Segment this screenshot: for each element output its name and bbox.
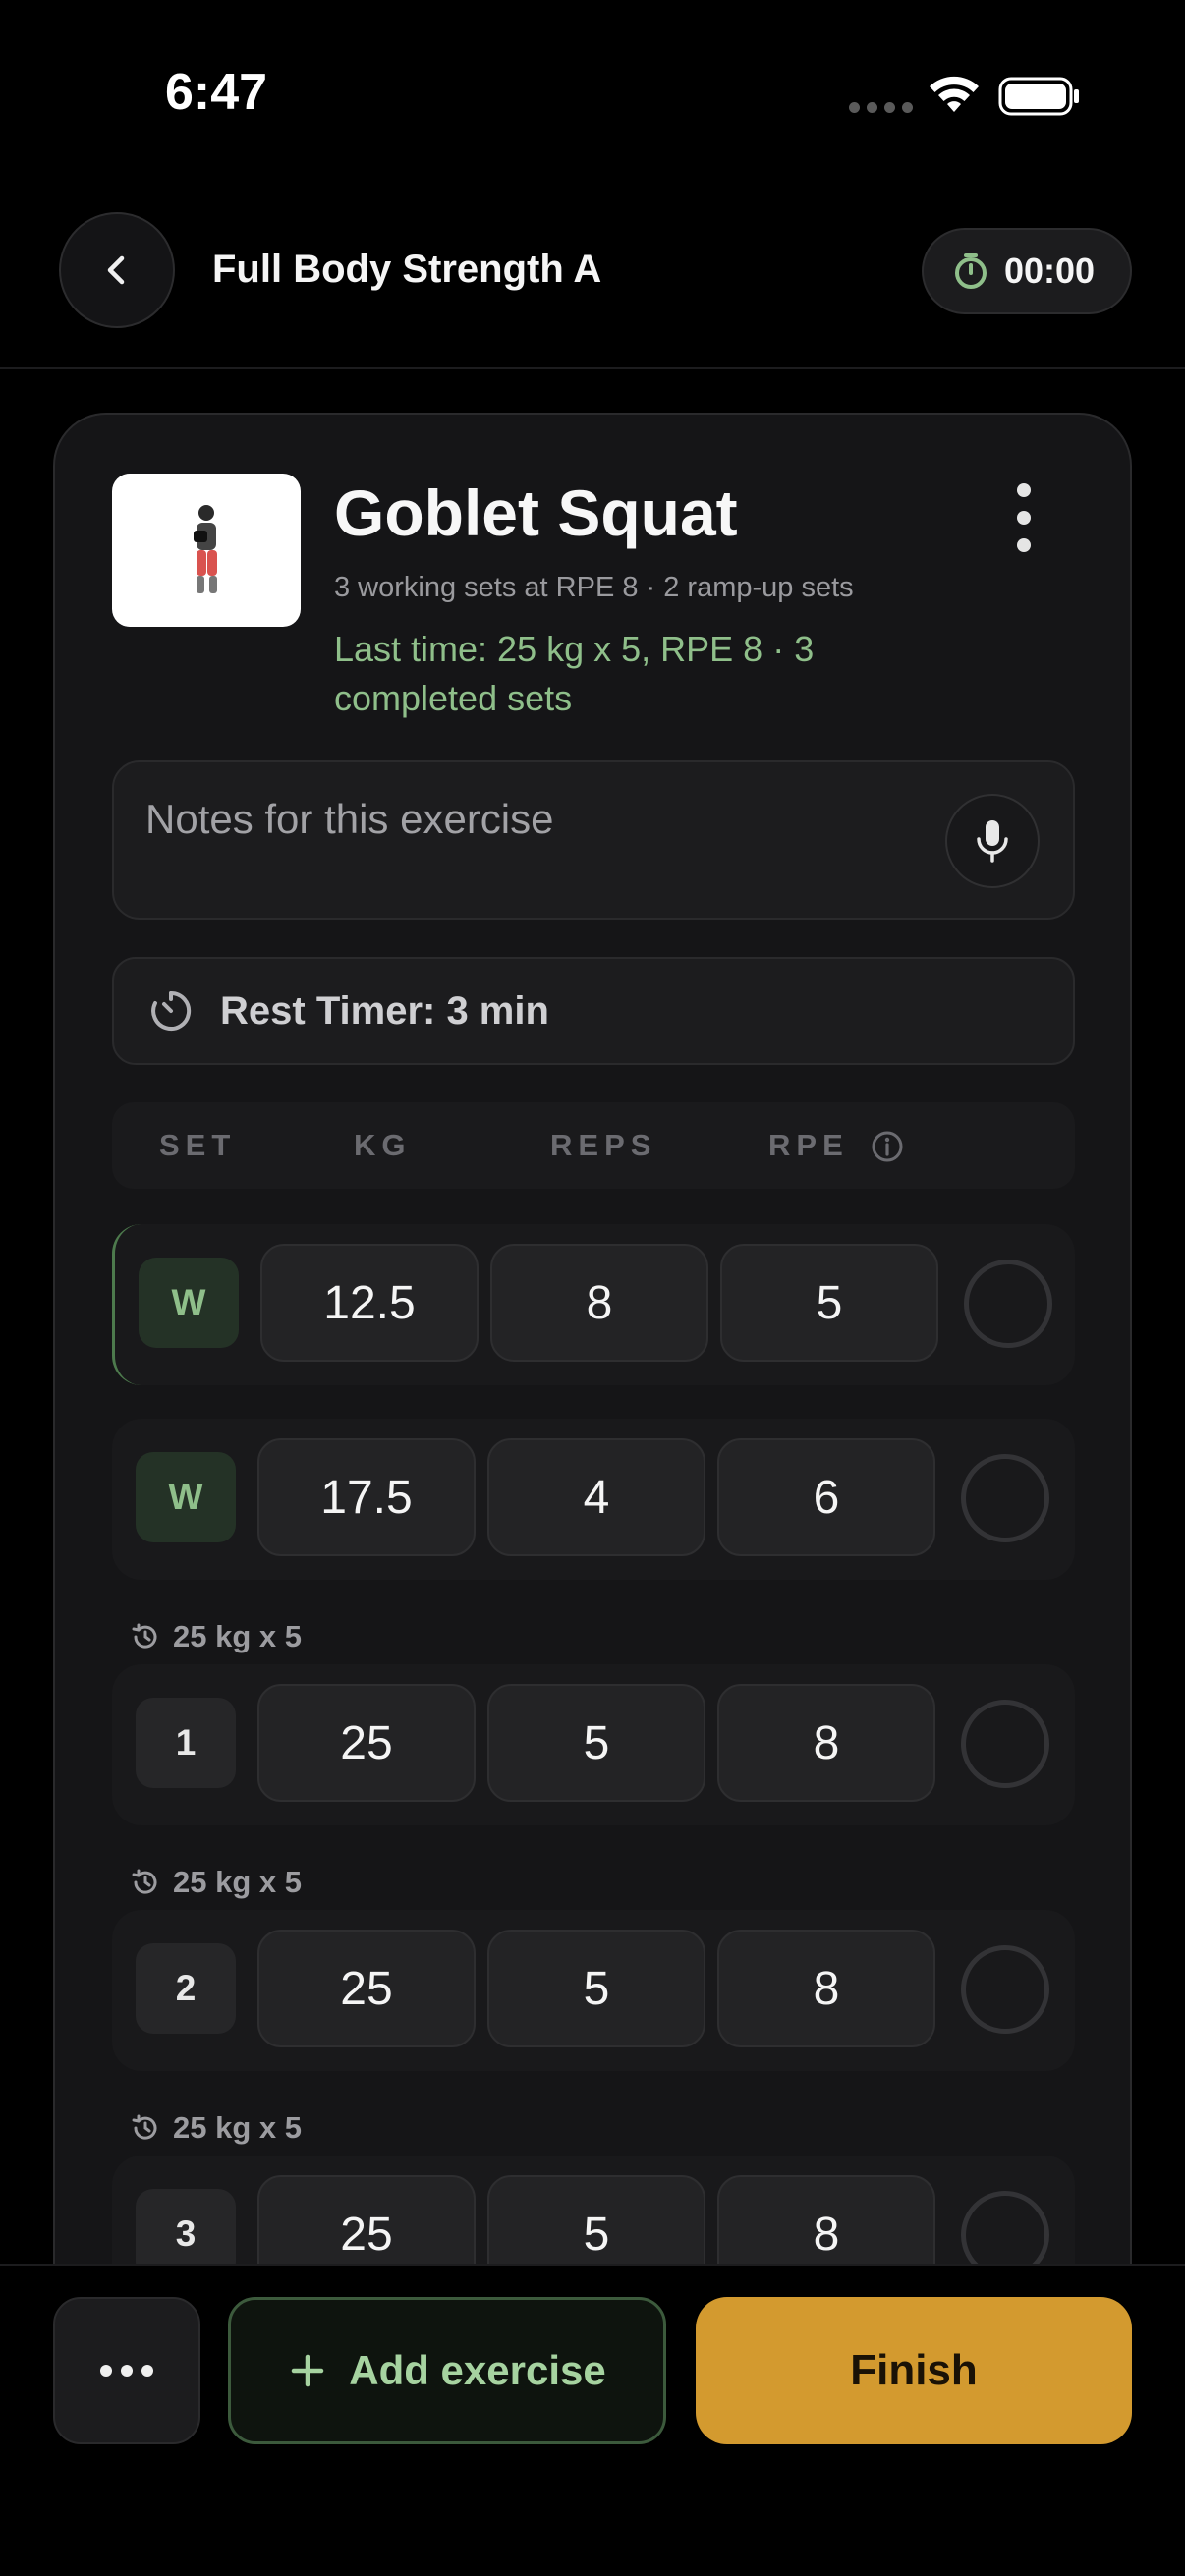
previous-performance: 25 kg x 5 [130,1865,302,1900]
last-time-summary: Last time: 25 kg x 5, RPE 8 · 3 complete… [334,629,815,718]
set-row: 1 25 5 8 [112,1664,1075,1825]
set-number-badge[interactable]: 2 [136,1943,236,2034]
col-rpe: RPE [768,1128,849,1162]
back-button[interactable] [59,212,175,328]
workout-title: Full Body Strength A [212,248,602,291]
set-type-badge[interactable]: W [136,1452,236,1542]
previous-label: 25 kg x 5 [173,1619,302,1653]
wifi-icon [930,76,979,112]
timer-icon [151,990,192,1031]
battery-icon [998,77,1079,116]
microphone-icon [977,820,1008,863]
previous-label: 25 kg x 5 [173,1865,302,1899]
rpe-input[interactable]: 5 [720,1244,938,1362]
history-icon [132,2114,157,2140]
weight-input[interactable]: 25 [257,1684,476,1802]
exercise-name: Goblet Squat [334,476,738,549]
set-row: W 12.5 8 5 [112,1224,1075,1385]
col-set: SET [159,1128,237,1162]
history-icon [132,1623,157,1649]
rpe-input[interactable]: 6 [717,1438,935,1556]
info-icon[interactable] [871,1130,904,1163]
cellular-signal-icon [849,102,913,113]
plus-icon [292,2354,324,2387]
status-bar: 6:47 [0,0,1185,187]
set-number-badge[interactable]: 1 [136,1698,236,1788]
timer-value: 00:00 [1004,251,1096,291]
stopwatch-icon [955,253,987,289]
complete-set-checkbox[interactable] [961,1700,1049,1788]
workout-timer[interactable]: 00:00 [922,228,1132,314]
complete-set-checkbox[interactable] [961,1454,1049,1542]
add-exercise-button[interactable]: Add exercise [228,2297,666,2444]
col-reps: REPS [550,1128,657,1162]
reps-input[interactable]: 4 [487,1438,705,1556]
set-row: W 17.5 4 6 [112,1419,1075,1580]
history-icon [132,1869,157,1894]
exercise-card: Goblet Squat 3 working sets at RPE 8 · 2… [53,413,1132,2299]
weight-input[interactable]: 25 [257,1930,476,2047]
add-exercise-label: Add exercise [349,2347,606,2393]
set-type-badge[interactable]: W [139,1258,239,1348]
finish-button[interactable]: Finish [696,2297,1132,2444]
workout-header: Full Body Strength A 00:00 [0,187,1185,369]
chevron-left-icon [107,255,125,285]
reps-input[interactable]: 5 [487,1930,705,2047]
rest-timer-label: Rest Timer: 3 min [220,988,549,1033]
exercise-subtitle: 3 working sets at RPE 8 · 2 ramp-up sets [334,572,854,603]
exercise-figure-icon [194,505,217,593]
previous-performance: 25 kg x 5 [130,2110,302,2146]
set-row: 2 25 5 8 [112,1910,1075,2071]
voice-note-button[interactable] [945,794,1040,888]
reps-input[interactable]: 5 [487,1684,705,1802]
notes-field [112,760,1075,920]
rest-timer-button[interactable]: Rest Timer: 3 min [112,957,1075,1065]
more-options-icon[interactable] [1004,483,1044,552]
status-time: 6:47 [165,64,268,121]
set-table-header: SET KG REPS RPE [112,1102,1075,1189]
weight-input[interactable]: 17.5 [257,1438,476,1556]
complete-set-checkbox[interactable] [961,1945,1049,2034]
complete-set-checkbox[interactable] [964,1260,1052,1348]
reps-input[interactable]: 8 [490,1244,708,1362]
previous-performance: 25 kg x 5 [130,1619,302,1654]
notes-input[interactable] [145,796,912,843]
rpe-input[interactable]: 8 [717,1930,935,2047]
col-kg: KG [354,1128,412,1162]
exercise-thumbnail[interactable] [112,474,301,627]
bottom-action-bar: Add exercise Finish [0,2264,1185,2576]
previous-label: 25 kg x 5 [173,2110,302,2145]
finish-label: Finish [850,2346,978,2394]
weight-input[interactable]: 12.5 [260,1244,479,1362]
more-actions-button[interactable] [53,2297,200,2444]
rpe-input[interactable]: 8 [717,1684,935,1802]
